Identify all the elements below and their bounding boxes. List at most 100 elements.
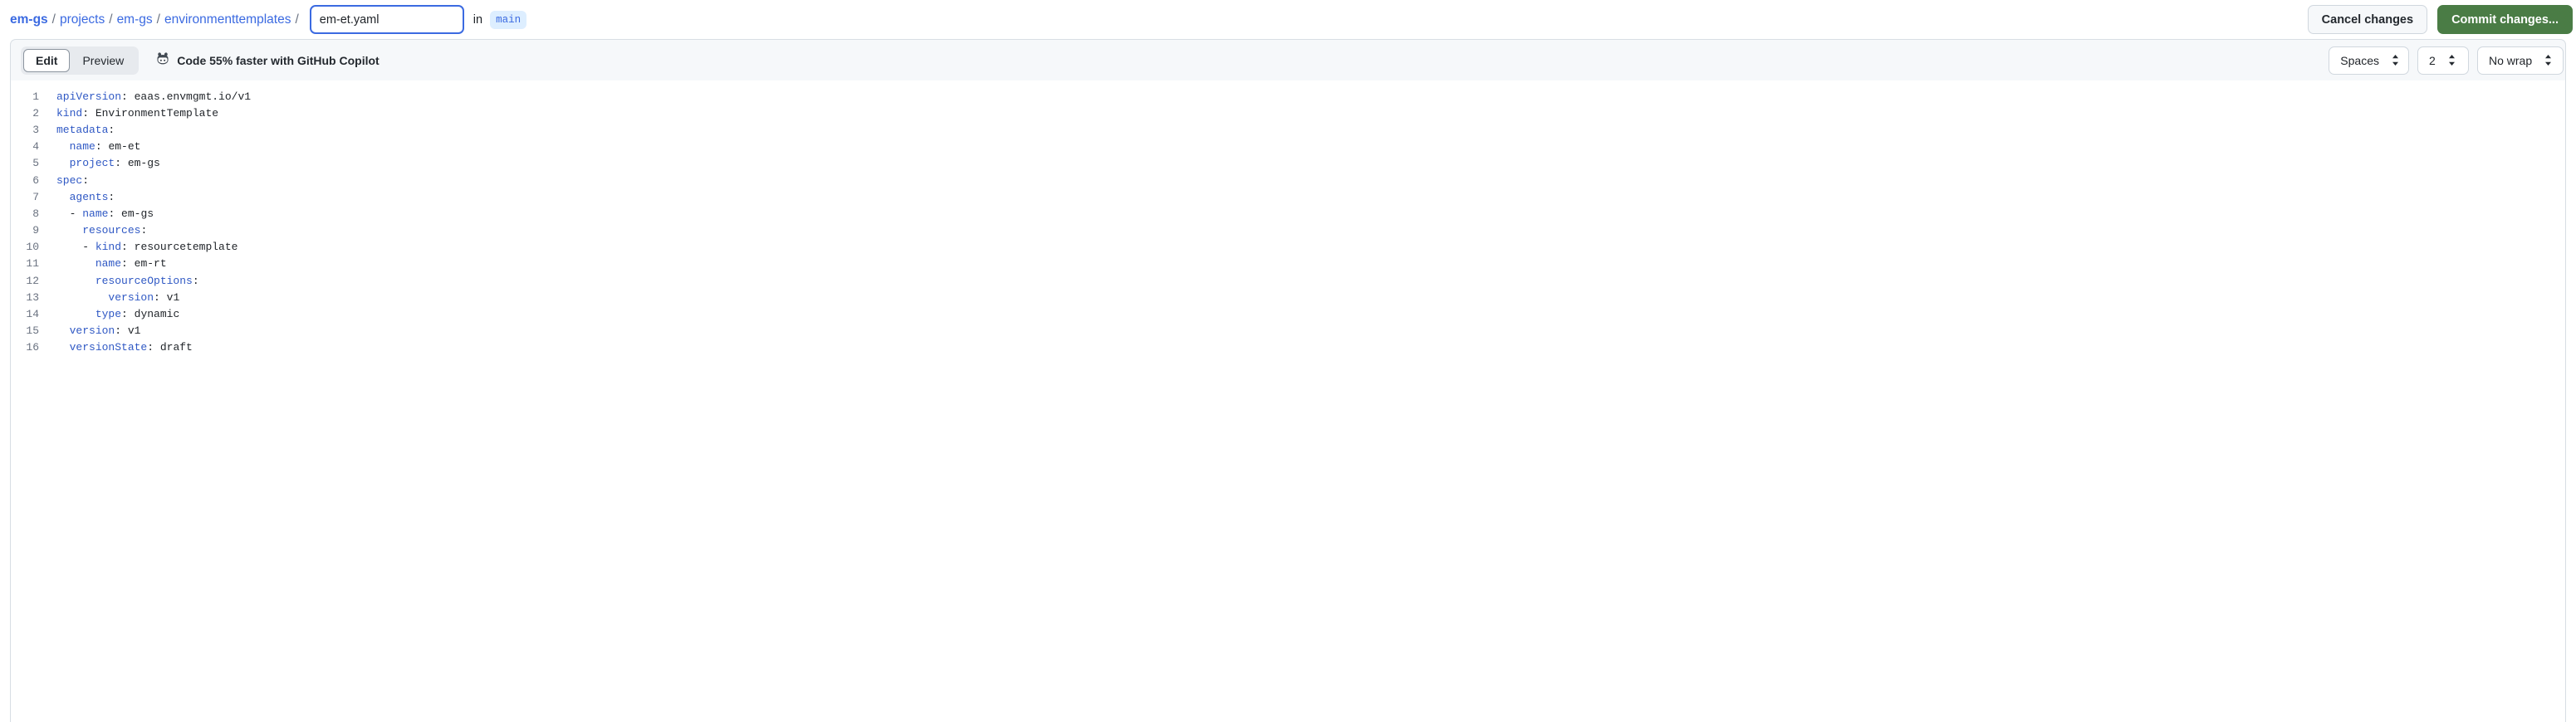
line-number: 10: [26, 241, 39, 254]
yaml-key: type: [95, 308, 122, 321]
yaml-key: spec: [56, 173, 83, 187]
breadcrumb-separator: /: [109, 12, 113, 27]
line-number: 1: [32, 90, 39, 103]
editor-mode-tabs: Edit Preview: [21, 46, 140, 75]
code-line-text: apiVersion: eaas.envmgmt.io/v1: [56, 90, 252, 103]
yaml-key: kind: [95, 241, 122, 254]
code-editor[interactable]: 1 apiVersion: eaas.envmgmt.io/v1 2 kind: En…: [10, 80, 2566, 722]
copilot-upsell-link[interactable]: Code 55% faster with GitHub Copilot: [155, 51, 380, 69]
code-line-text: name: em-rt: [95, 257, 167, 271]
line-wrap-select[interactable]: No wrap: [2477, 46, 2564, 75]
yaml-value: v1: [159, 290, 180, 304]
editor-toolbar: Edit Preview Code 55% faster with GitHub…: [10, 39, 2566, 80]
tab-preview[interactable]: Preview: [70, 49, 136, 72]
line-number: 15: [26, 324, 39, 338]
code-line-text: agents:: [69, 190, 115, 203]
tab-edit[interactable]: Edit: [23, 48, 71, 72]
yaml-key: name: [95, 257, 122, 271]
code-line: 3 metadata:: [11, 121, 2565, 138]
yaml-key: project: [69, 157, 115, 170]
code-line: 5 project: em-gs: [11, 155, 2565, 172]
yaml-value: resourcetemplate: [127, 241, 238, 254]
filename-field-wrapper: [309, 5, 464, 34]
breadcrumb-separator: /: [156, 12, 160, 27]
cancel-changes-button[interactable]: Cancel changes: [2307, 5, 2428, 34]
code-line-text: resources:: [82, 224, 148, 237]
yaml-key: resourceOptions: [95, 274, 193, 287]
code-lines-container: 1 apiVersion: eaas.envmgmt.io/v1 2 kind: En…: [11, 88, 2565, 356]
code-line-text: version: v1: [69, 324, 141, 338]
breadcrumb-item-projects[interactable]: projects: [60, 12, 105, 27]
line-number: 16: [26, 341, 39, 354]
code-line: 2 kind: EnvironmentTemplate: [11, 105, 2565, 121]
copilot-upsell-label: Code 55% faster with GitHub Copilot: [177, 53, 380, 67]
line-number: 3: [32, 123, 39, 136]
code-line-text: versionState: draft: [69, 341, 193, 354]
line-number: 4: [32, 140, 39, 154]
yaml-value: draft: [154, 341, 193, 354]
indent-size-select[interactable]: 2: [2417, 46, 2469, 75]
code-line: 13 version: v1: [11, 289, 2565, 305]
breadcrumb-separator: /: [295, 12, 299, 27]
breadcrumb: em-gs / projects / em-gs / environmentte…: [10, 12, 303, 27]
code-line: 4 name: em-et: [11, 139, 2565, 155]
code-line-text: project: em-gs: [69, 157, 160, 170]
yaml-value: v1: [121, 324, 141, 338]
yaml-value: EnvironmentTemplate: [89, 106, 219, 120]
line-number: 13: [26, 290, 39, 304]
breadcrumb-bar: em-gs / projects / em-gs / environmentte…: [0, 0, 2576, 39]
code-line: 12 resourceOptions:: [11, 272, 2565, 289]
yaml-key: version: [108, 290, 154, 304]
breadcrumb-item-environmenttemplates[interactable]: environmenttemplates: [164, 12, 291, 27]
line-wrap-value: No wrap: [2489, 53, 2533, 67]
chevron-updown-icon: [2447, 54, 2456, 66]
indent-mode-select[interactable]: Spaces: [2329, 46, 2409, 75]
commit-changes-button[interactable]: Commit changes...: [2437, 5, 2573, 34]
line-number: 6: [32, 173, 39, 187]
code-line-text: type: dynamic: [95, 308, 180, 321]
branch-in-label: in: [473, 12, 483, 27]
line-number: 9: [32, 224, 39, 237]
code-line-text: spec:: [56, 173, 90, 187]
code-line: 1 apiVersion: eaas.envmgmt.io/v1: [11, 88, 2565, 105]
topbar-actions: Cancel changes Commit changes...: [2307, 5, 2573, 34]
copilot-icon: [155, 51, 170, 69]
code-line: 15 version: v1: [11, 323, 2565, 339]
yaml-key: kind: [56, 106, 83, 120]
line-number: 5: [32, 157, 39, 170]
line-number: 7: [32, 190, 39, 203]
code-line: 10 - kind: resourcetemplate: [11, 239, 2565, 256]
yaml-key: name: [82, 207, 109, 220]
code-line-text: version: v1: [108, 290, 180, 304]
yaml-value: em-rt: [127, 257, 167, 271]
code-line: 7 agents:: [11, 188, 2565, 205]
yaml-key: resources: [82, 224, 141, 237]
yaml-value: em-et: [101, 140, 141, 154]
yaml-key: metadata: [56, 123, 109, 136]
code-line: 9 resources:: [11, 222, 2565, 239]
yaml-key: versionState: [69, 341, 148, 354]
breadcrumb-item-owner[interactable]: em-gs: [10, 12, 48, 27]
code-line: 6 spec:: [11, 172, 2565, 188]
yaml-value: em-gs: [115, 207, 154, 220]
breadcrumb-separator: /: [51, 12, 56, 27]
code-line: 14 type: dynamic: [11, 305, 2565, 322]
indent-size-value: 2: [2429, 53, 2436, 67]
code-line: 8 - name: em-gs: [11, 205, 2565, 222]
filename-input[interactable]: [309, 5, 464, 34]
yaml-key: version: [69, 324, 115, 338]
chevron-updown-icon: [2544, 54, 2553, 66]
editor-settings-group: Spaces 2 No wrap: [2329, 46, 2564, 75]
yaml-value: dynamic: [127, 308, 180, 321]
code-line-text: - name: em-gs: [56, 207, 154, 220]
line-number: 14: [26, 308, 39, 321]
yaml-value: em-gs: [121, 157, 160, 170]
breadcrumb-item-project[interactable]: em-gs: [117, 12, 153, 27]
line-number: 11: [26, 257, 39, 271]
code-line-text: metadata:: [56, 123, 115, 136]
chevron-updown-icon: [2391, 54, 2400, 66]
line-number: 8: [32, 207, 39, 220]
yaml-value: eaas.envmgmt.io/v1: [127, 90, 252, 103]
yaml-key: name: [69, 140, 95, 154]
code-line-text: kind: EnvironmentTemplate: [56, 106, 219, 120]
